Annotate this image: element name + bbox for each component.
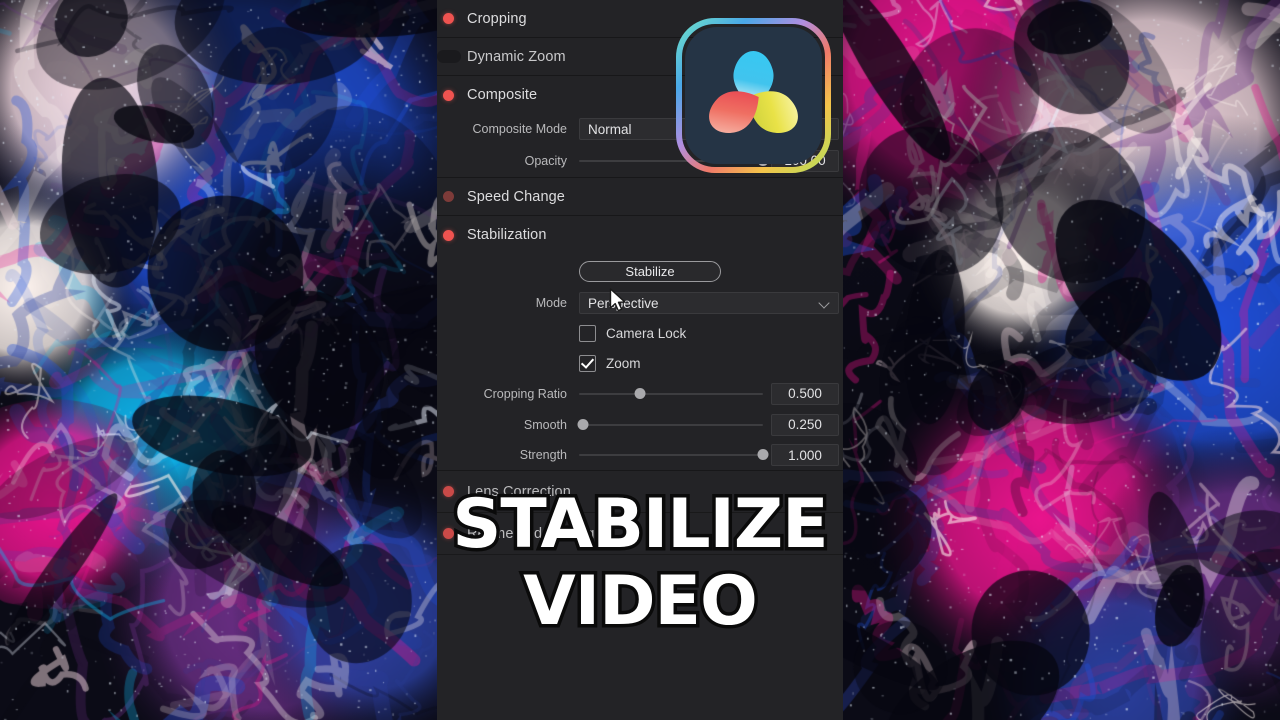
camera-lock-checkbox[interactable]	[579, 324, 596, 342]
zoom-label: Zoom	[606, 355, 641, 371]
section-label-speed-change: Speed Change	[467, 188, 565, 205]
camera-lock-label: Camera Lock	[606, 325, 687, 341]
cropping-ratio-slider[interactable]	[579, 384, 763, 404]
cropping-ratio-label: Cropping Ratio	[483, 386, 567, 401]
section-label-lens-correction: Lens Correction	[467, 483, 571, 500]
sidebar-item-lens-correction[interactable]: Lens Correction	[437, 471, 843, 513]
composite-enable-dot[interactable]	[443, 89, 454, 101]
background-art-left	[0, 0, 437, 720]
section-label-dynamic-zoom: Dynamic Zoom	[467, 48, 566, 65]
camera-lock-row[interactable]: Camera Lock	[437, 318, 843, 348]
sidebar-item-speed-change[interactable]: Speed Change	[437, 178, 843, 216]
cropping-ratio-row: Cropping Ratio 0.500	[437, 378, 843, 409]
strength-slider[interactable]	[579, 445, 769, 465]
zoom-checkbox[interactable]	[579, 354, 596, 372]
strength-slider-knob[interactable]	[757, 449, 769, 460]
stabilize-button-row: Stabilize	[437, 254, 843, 288]
lens-correction-enable-dot[interactable]	[443, 486, 454, 497]
sidebar-item-retime-and-scaling[interactable]: Retime and Scaling	[437, 513, 843, 555]
speed-change-enable-dot[interactable]	[443, 191, 454, 202]
strength-row: Strength 1.000	[437, 440, 843, 471]
chevron-down-icon	[820, 298, 830, 308]
section-label-retime-and-scaling: Retime and Scaling	[467, 525, 595, 542]
background-art-right	[843, 0, 1280, 720]
section-label-cropping: Cropping	[467, 10, 527, 27]
smooth-value[interactable]: 0.250	[771, 413, 839, 436]
smooth-slider-track	[579, 423, 763, 426]
stabilization-enable-dot[interactable]	[443, 229, 454, 241]
stabilization-mode-label: Mode	[535, 296, 567, 310]
opacity-label: Opacity	[524, 153, 567, 168]
mouse-pointer-icon	[609, 288, 629, 316]
screen: Cropping Dynamic Zoom Composite Composit…	[0, 0, 1280, 720]
davinci-resolve-logo	[676, 18, 831, 173]
cropping-ratio-slider-knob[interactable]	[634, 387, 646, 399]
smooth-slider[interactable]	[577, 415, 763, 435]
cropping-ratio-slider-track	[579, 392, 763, 395]
smooth-row: Smooth 0.250	[437, 409, 843, 440]
retime-and-scaling-enable-dot[interactable]	[443, 528, 454, 539]
smooth-slider-knob[interactable]	[577, 418, 589, 430]
strength-label: Strength	[519, 448, 567, 462]
strength-slider-track	[579, 454, 763, 456]
section-label-composite: Composite	[467, 87, 538, 103]
dynamic-zoom-toggle[interactable]	[437, 50, 461, 63]
cropping-enable-dot[interactable]	[443, 13, 454, 24]
smooth-label: Smooth	[523, 417, 567, 432]
section-label-stabilization: Stabilization	[467, 227, 547, 243]
stabilize-button[interactable]: Stabilize	[579, 260, 721, 282]
stabilization-mode-row: Mode Perspective	[437, 288, 843, 318]
sidebar-item-stabilization[interactable]: Stabilization	[437, 216, 843, 254]
cropping-ratio-value[interactable]: 0.500	[771, 382, 839, 405]
composite-mode-label: Composite Mode	[472, 122, 568, 136]
zoom-row[interactable]: Zoom	[437, 348, 843, 378]
strength-value[interactable]: 1.000	[771, 444, 839, 466]
